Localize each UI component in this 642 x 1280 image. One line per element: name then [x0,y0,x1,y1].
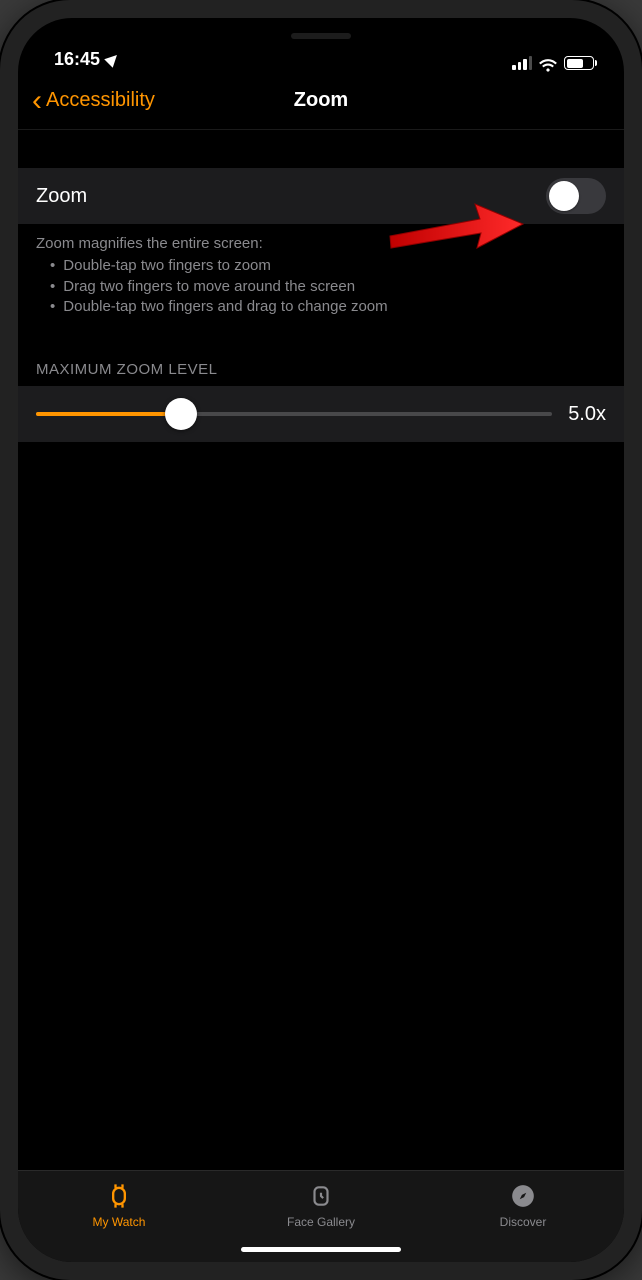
chevron-left-icon: ‹ [32,86,42,116]
back-label: Accessibility [46,89,155,112]
zoom-toggle[interactable] [546,178,606,214]
zoom-description: Zoom magnifies the entire screen: Double… [18,224,624,317]
device-notch [206,18,436,54]
tab-label: My Watch [93,1215,146,1229]
wifi-icon [538,56,558,70]
status-time: 16:45 [54,49,100,70]
zoom-label: Zoom [36,185,87,208]
zoom-bullet: Double-tap two fingers to zoom [50,256,606,276]
watch-face-icon [306,1181,336,1211]
zoom-setting-row[interactable]: Zoom [18,168,624,224]
max-zoom-slider[interactable] [36,400,552,428]
nav-header: ‹ Accessibility Zoom [18,72,624,130]
max-zoom-value: 5.0x [568,403,606,426]
zoom-bullet: Drag two fingers to move around the scre… [50,277,606,297]
tab-label: Discover [500,1215,547,1229]
home-indicator[interactable] [241,1247,401,1252]
zoom-description-intro: Zoom magnifies the entire screen: [36,234,606,254]
tab-my-watch[interactable]: My Watch [18,1171,220,1262]
tab-label: Face Gallery [287,1215,355,1229]
zoom-bullet: Double-tap two fingers and drag to chang… [50,297,606,317]
back-button[interactable]: ‹ Accessibility [32,72,155,129]
watch-icon [104,1181,134,1211]
max-zoom-row: 5.0x [18,386,624,442]
page-title: Zoom [294,89,348,112]
tab-discover[interactable]: Discover [422,1171,624,1262]
location-services-icon [104,50,121,67]
max-zoom-header: MAXIMUM ZOOM LEVEL [18,317,624,386]
battery-icon [564,56,594,70]
compass-icon [508,1181,538,1211]
cellular-signal-icon [512,56,532,70]
